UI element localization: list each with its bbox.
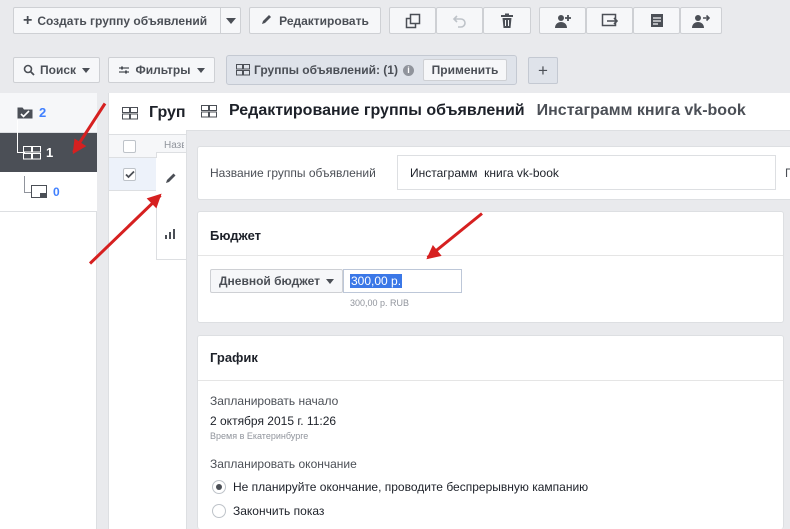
create-ad-group-label: Создать группу объявлений [37,13,208,28]
row-checkbox[interactable] [123,168,136,181]
edit-panel-subtitle: Инстаграмм книга vk-book [536,102,746,119]
ad-icon [31,184,47,198]
start-label: Запланировать начало [210,394,339,408]
chevron-down-icon [326,278,334,284]
edit-label: Редактировать [279,13,369,28]
search-label: Поиск [39,63,76,77]
filter-chip-label: Группы объявлений: (1) [254,63,398,77]
ads-count: 0 [53,184,60,199]
budget-note: 300,00 р. RUB [350,298,410,308]
report-button[interactable] [633,7,680,34]
end-label: Запланировать окончание [210,457,357,471]
budget-title: Бюджет [210,228,261,243]
tree-branch-line [17,120,25,153]
add-people-icon [554,14,571,28]
ad-group-name-value: Инстаграмм книга vk-book [410,165,559,180]
ad-groups-icon [201,104,217,117]
ad-group-name-input[interactable]: Инстаграмм книга vk-book [397,155,776,190]
edit-pencil-button[interactable] [156,158,186,196]
sliders-icon [119,66,130,74]
plus-icon: + [538,60,548,80]
edit-button[interactable]: Редактировать [249,7,381,34]
checkmark-icon [124,170,135,179]
schedule-title: График [210,350,258,365]
apply-label: Применить [431,63,499,77]
tree-campaigns-item[interactable]: 2 [0,93,97,133]
tree-ads-item[interactable]: 0 [0,172,97,212]
ad-groups-icon [23,145,41,159]
folder-check-icon [17,107,33,119]
end-option-continuous-label[interactable]: Не планируйте окончание, проводите беспр… [233,480,588,494]
person-arrow-icon [692,14,710,28]
filters-label: Фильтры [135,63,191,77]
ad-groups-icon [236,64,250,76]
start-datetime[interactable]: 2 октября 2015 г. 11:26 [210,414,336,428]
export-button[interactable] [586,7,633,34]
duplicate-button[interactable] [389,7,436,34]
edit-panel-title-row: Редактирование группы объявлений Инстагр… [201,102,746,120]
bar-chart-icon [165,229,175,239]
chevron-down-icon [82,67,90,73]
trash-icon [501,13,513,28]
budget-type-label: Дневной бюджет [219,274,320,288]
filters-button[interactable]: Фильтры [108,57,215,83]
add-audience-button[interactable] [539,7,586,34]
table-title: Груп [122,104,186,122]
budget-divider [198,255,783,256]
ad-groups-icon [122,106,138,119]
undo-icon [452,14,466,28]
search-button[interactable]: Поиск [13,57,100,83]
create-ad-group-button[interactable]: + Создать группу объявлений [13,7,241,34]
table-title-text: Груп [149,104,186,121]
pencil-icon [165,173,175,183]
adsets-count: 1 [46,145,54,160]
search-icon [23,64,35,76]
budget-amount-value: 300,00 р. [350,274,403,288]
chevron-down-icon[interactable] [226,18,236,24]
share-audience-button[interactable] [680,7,722,34]
budget-card [197,211,784,323]
ad-group-name-label: Название группы объявлений [210,166,376,180]
add-filter-button[interactable]: + [528,57,558,84]
schedule-divider [198,380,783,381]
end-option-continuous-radio[interactable] [212,480,226,494]
edit-panel-title: Редактирование группы объявлений [229,102,525,119]
end-option-date-radio[interactable] [212,504,226,518]
name-side-label: П [785,166,790,180]
select-all-checkbox[interactable] [123,140,136,153]
radio-dot-icon [216,484,222,490]
create-dropdown-divider [220,8,221,33]
plus-icon: + [23,11,33,29]
campaigns-count: 2 [39,105,47,120]
delete-button[interactable] [483,7,531,34]
pencil-icon [261,13,273,28]
chevron-down-icon [196,67,205,73]
report-icon [650,13,663,27]
timezone-note: Время в Екатеринбурге [210,431,309,441]
stats-button[interactable] [156,214,186,252]
tree-branch-line [24,176,31,193]
undo-button[interactable] [436,7,483,34]
duplicate-icon [405,13,420,28]
info-icon: i [402,64,414,76]
apply-button[interactable]: Применить [423,59,507,81]
end-option-date-label[interactable]: Закончить показ [233,504,324,518]
export-icon [601,13,618,26]
budget-type-dropdown[interactable]: Дневной бюджет [210,269,343,293]
column-header-name[interactable]: Назв [164,140,184,151]
budget-amount-input[interactable]: 300,00 р. [343,269,462,293]
